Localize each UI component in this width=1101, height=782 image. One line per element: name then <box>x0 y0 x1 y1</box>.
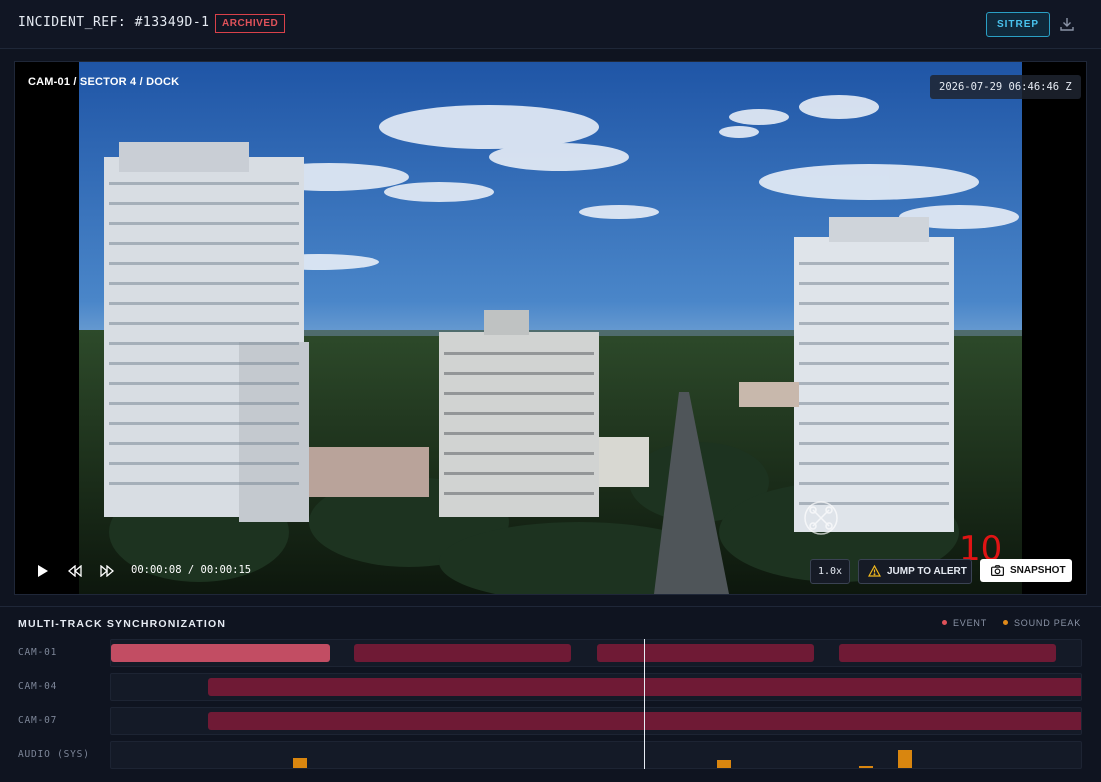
snapshot-label: SNAPSHOT <box>1010 565 1066 576</box>
camera-icon <box>991 565 1004 576</box>
snapshot-button[interactable]: SNAPSHOT <box>980 559 1072 582</box>
status-badge: ARCHIVED <box>215 14 286 33</box>
event-segment[interactable] <box>208 678 1081 696</box>
track-label-cam-01: CAM-01 <box>18 647 58 658</box>
sound-peak-dot-icon <box>1003 620 1008 626</box>
track-cam-01[interactable] <box>110 639 1082 667</box>
legend-sound-peak-label: SOUND PEAK <box>1014 618 1082 628</box>
fast-forward-icon[interactable] <box>99 565 115 577</box>
jump-to-alert-label: JUMP TO ALERT <box>887 566 967 577</box>
track-cam-07[interactable] <box>110 707 1082 735</box>
jump-to-alert-button[interactable]: JUMP TO ALERT <box>858 559 972 584</box>
event-dot-icon <box>942 620 947 626</box>
event-segment[interactable] <box>597 644 814 662</box>
download-icon[interactable] <box>1058 15 1076 33</box>
track-audio-sys[interactable] <box>110 741 1082 769</box>
timeline-playhead[interactable] <box>644 639 645 769</box>
sound-peak <box>859 766 873 768</box>
track-label-cam-04: CAM-04 <box>18 681 58 692</box>
track-cam-04[interactable] <box>110 673 1082 701</box>
camera-label: CAM-01 / SECTOR 4 / DOCK <box>28 76 180 88</box>
rewind-icon[interactable] <box>67 565 83 577</box>
incident-ref: INCIDENT_REF: #13349D-1 <box>18 15 210 30</box>
legend-event: EVENT <box>942 618 987 628</box>
play-icon[interactable] <box>37 564 49 578</box>
event-segment[interactable] <box>208 712 1081 730</box>
drone-watermark-icon <box>804 501 838 535</box>
track-label-audio: AUDIO (SYS) <box>18 749 90 760</box>
legend-event-label: EVENT <box>953 618 988 628</box>
top-header: INCIDENT_REF: #13349D-1 ARCHIVED SITREP <box>0 0 1101 49</box>
sound-peak <box>898 750 912 768</box>
sound-peak <box>717 760 731 768</box>
sound-peak <box>293 758 307 768</box>
warning-icon <box>868 565 881 577</box>
timeline-title: MULTI-TRACK SYNCHRONIZATION <box>18 618 227 630</box>
video-player[interactable]: CAM-01 / SECTOR 4 / DOCK 2026-07-29 06:4… <box>14 61 1087 595</box>
event-segment[interactable] <box>354 644 571 662</box>
legend-sound-peak: SOUND PEAK <box>1003 618 1081 628</box>
event-segment[interactable] <box>111 644 330 662</box>
sitrep-button[interactable]: SITREP <box>986 12 1050 37</box>
event-segment[interactable] <box>839 644 1056 662</box>
playback-speed-button[interactable]: 1.0x <box>810 559 850 584</box>
video-timestamp: 2026-07-29 06:46:46 Z <box>930 75 1081 99</box>
camera-feed-frame <box>79 62 1022 594</box>
time-readout: 00:00:08 / 00:00:15 <box>131 564 252 576</box>
track-label-cam-07: CAM-07 <box>18 715 58 726</box>
